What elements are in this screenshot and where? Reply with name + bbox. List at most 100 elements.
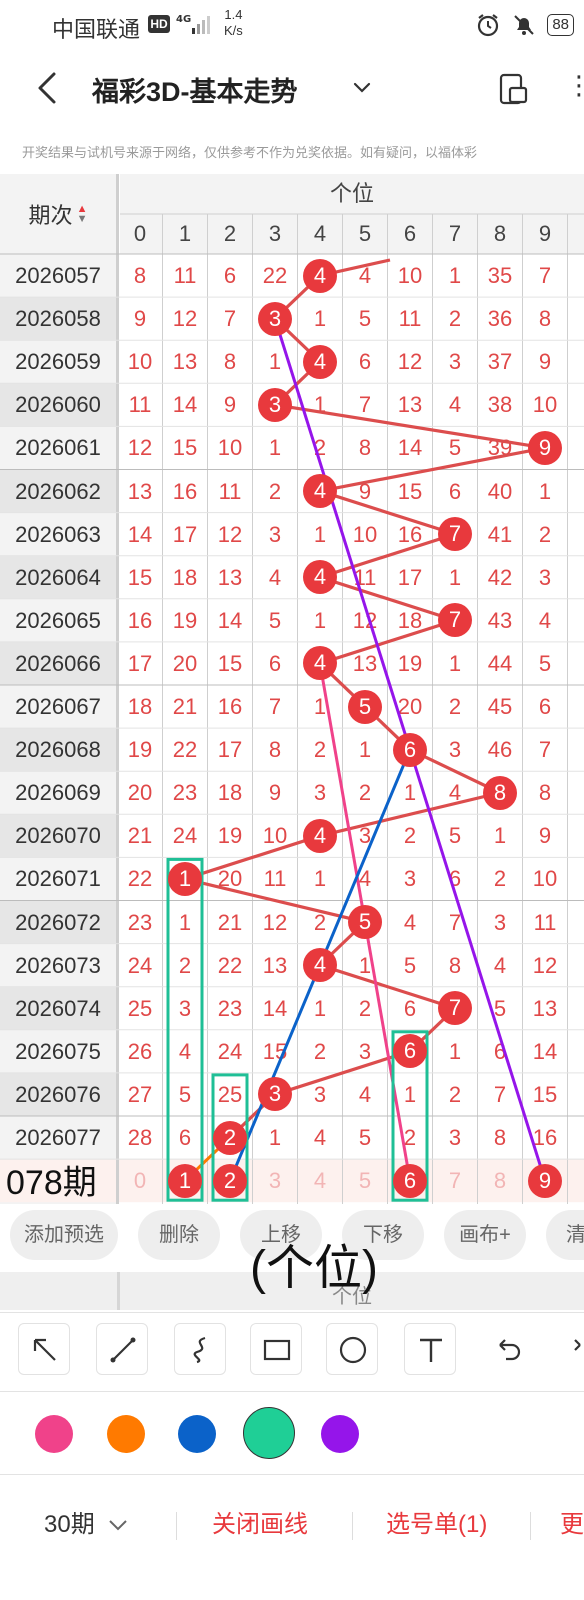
sort-icon[interactable]: ▲ ▼	[77, 204, 88, 225]
period-count-label: 30期	[44, 1511, 95, 1538]
miss-count-cell: 10	[532, 392, 558, 418]
trend-chart[interactable]: 期次 ▲ ▼ 个位 0123456789 2026057 8 11 6 22 4 10 1 35 7…	[0, 174, 584, 1204]
miss-count-cell: 8	[358, 435, 372, 461]
miss-count-cell: 22	[172, 737, 198, 763]
miss-count-cell: 21	[217, 909, 243, 935]
text-tool[interactable]	[404, 1323, 456, 1375]
miss-count-cell: 7	[538, 737, 552, 763]
chevron-down-icon[interactable]	[352, 78, 372, 98]
rectangle-tool[interactable]	[250, 1323, 302, 1375]
miss-count-cell: 5	[178, 1081, 192, 1107]
curve-tool[interactable]	[174, 1323, 226, 1375]
redo-tool[interactable]	[556, 1323, 584, 1375]
miss-count-cell: 7	[223, 306, 237, 332]
line-tool[interactable]	[96, 1323, 148, 1375]
miss-count-cell: 25	[217, 1081, 243, 1107]
prediction-cell[interactable]: 4	[298, 1159, 343, 1202]
digit-header-5: 5	[358, 221, 372, 246]
period-count-selector[interactable]: 30期	[44, 1504, 129, 1539]
text-icon	[420, 1338, 442, 1362]
miss-count-cell: 11	[353, 564, 377, 590]
color-swatch-orange[interactable]	[107, 1415, 145, 1453]
miss-count-cell: 3	[448, 1125, 462, 1150]
miss-count-cell: 12	[532, 952, 558, 978]
color-swatch-pink[interactable]	[35, 1415, 73, 1453]
battery-icon: 88	[547, 14, 574, 36]
miss-count-cell: 8	[448, 952, 462, 978]
color-swatch-green-selected[interactable]	[243, 1407, 295, 1459]
miss-count-cell: 7	[448, 909, 462, 935]
miss-count-cell: 7	[268, 694, 282, 719]
page-title[interactable]: 福彩3D-基本走势	[92, 70, 298, 109]
hit-ball: 1	[168, 861, 202, 896]
prediction-cell[interactable]: 3	[253, 1159, 298, 1202]
device-switch-icon[interactable]	[496, 72, 530, 106]
miss-count-cell: 4	[268, 564, 282, 590]
clear-button[interactable]: 清	[546, 1210, 584, 1260]
hit-ball: 9	[528, 430, 562, 465]
miss-count-cell: 2	[448, 1081, 462, 1107]
delete-button[interactable]: 删除	[138, 1210, 220, 1260]
undo-tool[interactable]	[482, 1323, 534, 1375]
miss-count-cell: 14	[127, 521, 153, 547]
pick-list-button[interactable]: 选号单(1)	[386, 1504, 487, 1539]
miss-count-cell: 9	[268, 780, 282, 806]
more-menu-icon[interactable]: ⋮	[566, 70, 584, 101]
miss-count-cell: 1	[313, 521, 327, 547]
miss-count-cell: 2	[448, 306, 462, 332]
miss-count-cell: 5	[268, 607, 282, 633]
color-swatch-purple[interactable]	[321, 1415, 359, 1453]
miss-count-cell: 6	[538, 694, 552, 719]
canvas-add-button[interactable]: 画布+	[444, 1210, 526, 1260]
period-label: 2026068	[15, 737, 101, 763]
mute-bell-icon	[514, 15, 535, 35]
period-column-header[interactable]: 期次 ▲ ▼	[0, 174, 116, 254]
miss-count-cell: 12	[262, 909, 288, 935]
miss-count-cell: 3	[358, 1038, 372, 1064]
circle-tool[interactable]	[326, 1323, 378, 1375]
prediction-cell[interactable]: 5	[343, 1159, 388, 1202]
arrow-tool[interactable]	[18, 1323, 70, 1375]
miss-count-cell: 10	[262, 823, 288, 849]
miss-count-cell: 12	[127, 435, 153, 461]
period-label: 2026065	[15, 607, 101, 633]
miss-count-cell: 13	[172, 349, 198, 375]
prediction-cell[interactable]: 0	[118, 1159, 163, 1202]
hit-ball: 6	[393, 732, 427, 767]
hit-ball: 3	[258, 301, 292, 336]
miss-count-cell: 15	[532, 1081, 558, 1107]
miss-count-cell: 46	[487, 737, 513, 763]
miss-count-cell: 25	[127, 995, 153, 1021]
more-button[interactable]: 更	[560, 1504, 584, 1539]
divider	[352, 1512, 353, 1540]
miss-count-cell: 3	[403, 866, 417, 892]
miss-count-cell: 22	[127, 866, 153, 892]
add-preselect-button[interactable]: 添加预选	[10, 1210, 118, 1260]
nav-bar: 福彩3D-基本走势 ⋮	[0, 48, 584, 130]
miss-count-cell: 15	[217, 650, 243, 676]
miss-count-cell: 43	[487, 607, 513, 633]
hit-ball: 4	[303, 560, 337, 595]
close-lines-button[interactable]: 关闭画线	[212, 1504, 308, 1539]
miss-count-cell: 12	[217, 521, 243, 547]
hit-ball: 4	[303, 948, 337, 983]
miss-count-cell: 3	[448, 737, 462, 763]
miss-count-cell: 4	[358, 866, 372, 892]
digit-header-2: 2	[223, 221, 237, 246]
signal-icon: 4G	[176, 14, 210, 34]
color-swatch-blue[interactable]	[178, 1415, 216, 1453]
miss-count-cell: 7	[358, 392, 372, 418]
prediction-cell[interactable]: 8	[478, 1159, 523, 1202]
period-header-label: 期次	[28, 203, 73, 228]
miss-count-cell: 4	[403, 909, 417, 935]
miss-count-cell: 4	[178, 1038, 192, 1064]
back-arrow-icon[interactable]	[30, 68, 66, 108]
miss-count-cell: 1	[538, 478, 552, 504]
miss-count-cell: 2	[493, 866, 507, 892]
period-label: 2026072	[15, 909, 101, 935]
miss-count-cell: 15	[397, 478, 423, 504]
miss-count-cell: 2	[268, 478, 282, 504]
miss-count-cell: 3	[358, 823, 372, 849]
prediction-cell[interactable]: 7	[433, 1159, 478, 1202]
miss-count-cell: 15	[172, 435, 198, 461]
